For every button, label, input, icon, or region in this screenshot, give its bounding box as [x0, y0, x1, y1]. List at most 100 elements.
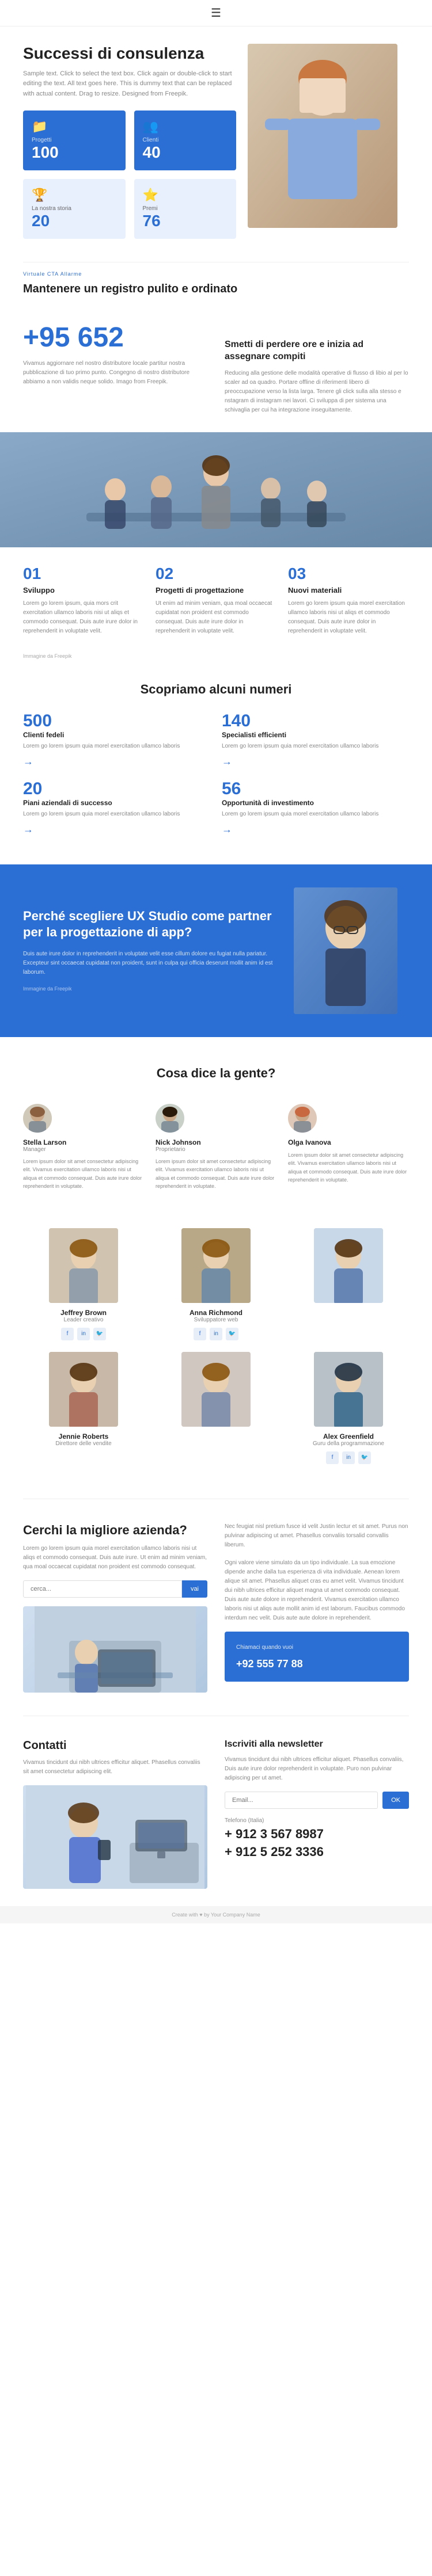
team-role: Leader creativo — [23, 1317, 144, 1323]
stat-label: Clienti — [143, 137, 228, 143]
team-section: Jeffrey Brown Leader creativo f in 🐦 Ann… — [0, 1217, 432, 1493]
col-number: 03 — [288, 565, 409, 583]
counter-label: Virtuale CTA Allarme — [0, 268, 432, 280]
newsletter-input-row: OK — [225, 1792, 409, 1809]
call-label: Chiamaci quando vuoi — [236, 1643, 397, 1652]
counter-right-title: Smetti di perdere ore e inizia ad assegn… — [225, 339, 409, 363]
cta-text: Duis aute irure dolor in reprehenderit i… — [23, 950, 276, 977]
team-role: Guru della programmazione — [288, 1441, 409, 1447]
team-photo — [181, 1352, 251, 1427]
team-photo — [49, 1228, 118, 1303]
team-name: Jeffrey Brown — [23, 1309, 144, 1317]
col-text: Lorem go lorem ipsum quia morel exercita… — [288, 599, 409, 636]
counter-heading: Mantenere un registro pulito e ordinato — [0, 280, 432, 304]
number-label: Piani aziendali di successo — [23, 799, 210, 807]
number-item: 56 Opportunità di investimento Lorem go … — [222, 779, 409, 836]
call-box: Chiamaci quando vuoi +92 555 77 88 — [225, 1632, 409, 1682]
instagram-icon[interactable]: in — [210, 1328, 222, 1340]
cta-section: Perché scegliere UX Studio come partner … — [0, 864, 432, 1037]
phone-field-label: Telefono (Italia) — [225, 1817, 409, 1824]
facebook-icon[interactable]: f — [326, 1451, 339, 1464]
twitter-icon[interactable]: 🐦 — [93, 1328, 106, 1340]
phone-number-big: + 912 5 252 3336 — [225, 1845, 409, 1859]
team-member: Anna Richmond Sviluppatore web f in 🐦 — [156, 1228, 276, 1340]
arrow-link[interactable]: → — [222, 756, 232, 768]
number-item: 20 Piani aziendali di successo Lorem go … — [23, 779, 210, 836]
instagram-icon[interactable]: in — [77, 1328, 90, 1340]
testimonial-card: Stella Larson Manager Lorem ipsum dolor … — [23, 1095, 144, 1199]
arrow-link[interactable]: → — [222, 824, 232, 836]
contact-image — [23, 1785, 207, 1889]
stats-grid: 📁 Progetti 100👥 Clienti 40🏆 La nostra st… — [23, 110, 236, 239]
hero-text: Sample text. Click to select the text bo… — [23, 69, 236, 100]
number-item: 500 Clienti fedeli Lorem go lorem ipsum … — [23, 711, 210, 768]
facebook-icon[interactable]: f — [61, 1328, 74, 1340]
hamburger-menu-icon[interactable]: ☰ — [211, 6, 221, 20]
number-value: 20 — [23, 779, 210, 799]
arrow-link[interactable]: → — [23, 824, 33, 836]
search-section: Cerchi la migliore azienda? Lorem go lor… — [0, 1505, 432, 1710]
team-row: Jeffrey Brown Leader creativo f in 🐦 Ann… — [23, 1228, 409, 1340]
col-title: Sviluppo — [23, 586, 144, 595]
number-label: Clienti fedeli — [23, 731, 210, 739]
testimonial-role: Manager — [23, 1146, 144, 1153]
col-text: Lorem go lorem ipsum, quia mors crit exe… — [23, 599, 144, 636]
facebook-icon[interactable]: f — [194, 1328, 206, 1340]
stat-icon: 📁 — [32, 119, 117, 134]
hero-image — [248, 44, 409, 228]
team-photo — [314, 1352, 383, 1427]
testimonial-name: Nick Johnson — [156, 1138, 276, 1146]
column-item: 03 Nuovi materiali Lorem go lorem ipsum … — [288, 565, 409, 636]
newsletter-input[interactable] — [225, 1792, 378, 1809]
hero-content: Successi di consulenza Sample text. Clic… — [23, 44, 236, 239]
testimonial-avatar — [23, 1104, 52, 1133]
team-member: Jennie Roberts Direttore delle vendite — [23, 1352, 144, 1464]
twitter-icon[interactable]: 🐦 — [226, 1328, 238, 1340]
numbers-section: Scopriamo alcuni numeri 500 Clienti fede… — [0, 665, 432, 853]
cta-left: Perché scegliere UX Studio come partner … — [23, 908, 276, 993]
team-photo — [181, 1228, 251, 1303]
testimonial-role: Proprietario — [156, 1146, 276, 1153]
numbers-grid: 500 Clienti fedeli Lorem go lorem ipsum … — [23, 711, 409, 836]
stat-card: 👥 Clienti 40 — [134, 110, 237, 170]
wide-image — [0, 432, 432, 547]
search-button[interactable]: vai — [182, 1580, 207, 1598]
testimonial-text: Lorem ipsum dolor sit amet consectetur a… — [23, 1157, 144, 1191]
col-text: Ut enim ad minim veniam, qua moal occaec… — [156, 599, 276, 636]
team-name: Alex Greenfield — [288, 1432, 409, 1441]
stat-label: Premi — [143, 205, 228, 212]
contact-title: Contatti — [23, 1739, 207, 1752]
social-icons: f in 🐦 — [156, 1328, 276, 1340]
big-number: +95 652 — [23, 322, 207, 353]
number-value: 56 — [222, 779, 409, 799]
stat-card: 📁 Progetti 100 — [23, 110, 126, 170]
stat-number: 76 — [143, 212, 228, 230]
testimonials-grid: Stella Larson Manager Lorem ipsum dolor … — [23, 1095, 409, 1199]
search-input[interactable] — [23, 1580, 182, 1598]
number-text: Lorem go lorem ipsum quia morel exercita… — [23, 810, 210, 819]
col-number: 02 — [156, 565, 276, 583]
instagram-icon[interactable]: in — [342, 1451, 355, 1464]
number-text: Lorem go lorem ipsum quia morel exercita… — [222, 742, 409, 751]
arrow-link[interactable]: → — [23, 756, 33, 768]
team-role: Direttore delle vendite — [23, 1441, 144, 1447]
counter-section: +95 652 Vivamus aggiornare nel nostro di… — [0, 304, 432, 432]
team-row: Jennie Roberts Direttore delle vendite — [23, 1352, 409, 1464]
team-member: Jeffrey Brown Leader creativo f in 🐦 — [23, 1228, 144, 1340]
cta-freepik: Immagine da Freepik — [23, 986, 72, 992]
social-icons: f in 🐦 — [288, 1451, 409, 1464]
testimonial-text: Lorem ipsum dolor sit amet consectetur a… — [288, 1151, 409, 1184]
number-text: Lorem go lorem ipsum quia morel exercita… — [23, 742, 210, 751]
col-number: 01 — [23, 565, 144, 583]
cta-person-image — [294, 887, 397, 1014]
newsletter-button[interactable]: OK — [382, 1792, 409, 1809]
search-right-text: Nec feugiat nisl pretium fusce id velit … — [225, 1522, 409, 1550]
contact-phones: + 912 3 567 8987+ 912 5 252 3336 — [225, 1827, 409, 1859]
testimonial-name: Stella Larson — [23, 1138, 144, 1146]
number-label: Opportunità di investimento — [222, 799, 409, 807]
contact-text: Vivamus tincidunt dui nibh ultrices effi… — [23, 1758, 207, 1777]
search-left-text: Lorem go lorem ipsum quia morel exercita… — [23, 1544, 207, 1572]
counter-text: Vivamus aggiornare nel nostro distributo… — [23, 359, 207, 387]
contact-section: Contatti Vivamus tincidunt dui nibh ultr… — [0, 1722, 432, 1906]
twitter-icon[interactable]: 🐦 — [358, 1451, 371, 1464]
